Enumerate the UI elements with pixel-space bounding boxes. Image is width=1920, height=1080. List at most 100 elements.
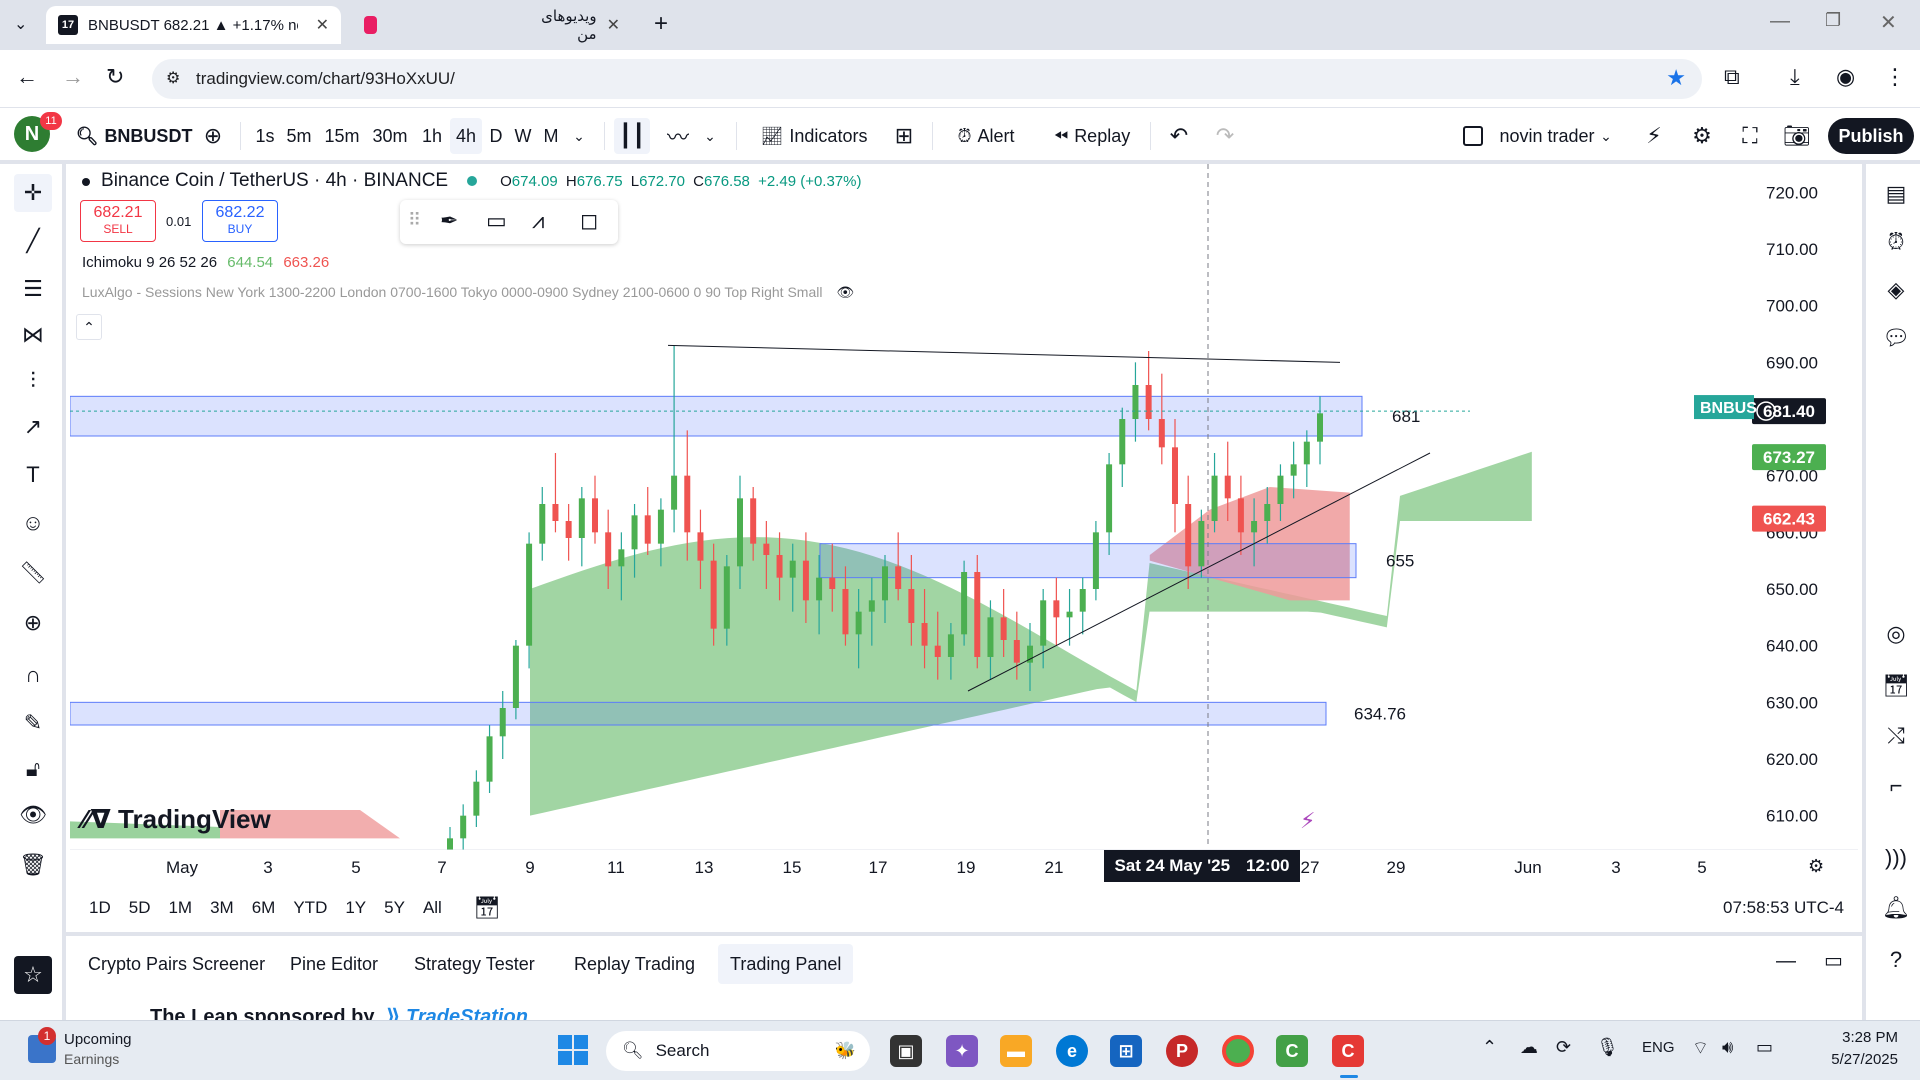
candle-body[interactable] [565, 521, 572, 538]
candle-body[interactable] [987, 617, 994, 657]
support-resistance-zone[interactable] [70, 701, 1327, 726]
candle-body[interactable] [644, 515, 651, 544]
time-axis[interactable]: May 3 5 7 9 11 13 15 17 19 21 27 29 Jun 3 5 Sat 24 May '… [70, 850, 1858, 884]
interval-d[interactable]: D [486, 118, 506, 154]
watchlist-star-icon[interactable]: ☆ [14, 956, 52, 994]
price-chart[interactable]: 681655634.76720.00710.00700.00690.00670.… [70, 164, 1858, 850]
microphone-icon[interactable]: 🎙︎ [1596, 1037, 1619, 1058]
ichimoku-legend[interactable]: Ichimoku 9 26 52 26 644.54 663.26 [82, 254, 329, 271]
tab-crypto-pairs-screener[interactable]: Crypto Pairs Screener [76, 944, 277, 984]
layout-selector[interactable]: novin trader [1444, 118, 1614, 154]
resistance-trend-line[interactable] [667, 344, 1341, 363]
candle-body[interactable] [1277, 475, 1284, 504]
symbol-search-button[interactable]: 🔍︎ BNBUSDT [76, 118, 193, 154]
candle-body[interactable] [723, 566, 730, 629]
taskbar-search-box[interactable]: 🔍︎ Search 🐝 [606, 1031, 870, 1071]
candle-body[interactable] [697, 532, 704, 561]
candle-body[interactable] [829, 577, 836, 589]
symbol-legend[interactable]: Binance Coin / TetherUS · 4h · BINANCE O… [82, 170, 861, 192]
candle-body[interactable] [961, 572, 968, 635]
lock-drawing-icon[interactable]: ✎ [14, 704, 52, 742]
candle-body[interactable] [1092, 532, 1099, 589]
alert-button[interactable]: ⏰︎ Alert [944, 118, 1028, 154]
candle-body[interactable] [1198, 521, 1205, 567]
ruler-icon[interactable]: 📏︎ [14, 554, 52, 592]
candle-body[interactable] [1119, 419, 1126, 465]
tab-bnbusdt[interactable]: 17 BNBUSDT 682.21 ▲ +1.17% no ✕ [46, 6, 341, 44]
candle-body[interactable] [1040, 600, 1047, 646]
rectangle-tool-icon[interactable]: ▭ [486, 208, 507, 234]
interval-w[interactable]: W [512, 118, 534, 154]
candle-body[interactable] [908, 589, 915, 623]
fib-retracement-icon[interactable]: ☰ [14, 270, 52, 308]
windows-start-icon[interactable] [558, 1035, 588, 1065]
candle-body[interactable] [460, 815, 467, 839]
camtasia-icon[interactable]: C [1276, 1035, 1308, 1067]
candle-body[interactable] [974, 572, 981, 657]
help-icon[interactable]: ? [1878, 942, 1914, 978]
compare-symbol-icon[interactable]: ⊕ [198, 118, 228, 154]
download-icon[interactable]: ⤓ [1790, 64, 1800, 90]
bookmark-star-icon[interactable]: ★ [1666, 65, 1686, 91]
trading-icon[interactable]: ⌐ [1878, 768, 1914, 804]
tab-trading-panel[interactable]: Trading Panel [718, 944, 854, 984]
ideas-icon[interactable]: ⤭ [1878, 718, 1914, 754]
browser-menu-icon[interactable]: ⋮ [1884, 64, 1906, 90]
close-tab-icon[interactable]: ✕ [316, 15, 329, 35]
minimize-panel-icon[interactable]: — [1776, 950, 1796, 973]
candle-body[interactable] [486, 736, 493, 782]
candle-body[interactable] [1053, 600, 1060, 618]
candle-body[interactable] [552, 504, 559, 521]
trend-line-icon[interactable]: ╱ [14, 222, 52, 260]
range-ytd[interactable]: YTD [284, 894, 336, 922]
collapse-legend-icon[interactable]: ⌃ [76, 314, 102, 340]
candle-body[interactable] [895, 566, 902, 589]
interval-m[interactable]: M [540, 118, 562, 154]
range-1d[interactable]: 1D [80, 894, 120, 922]
copilot-icon[interactable]: ✦ [946, 1035, 978, 1067]
settings-gear-icon[interactable]: ⚙ [1686, 118, 1718, 154]
drag-handle-icon[interactable]: ⠿ [408, 210, 421, 231]
candle-body[interactable] [605, 532, 612, 567]
range-6m[interactable]: 6M [243, 894, 285, 922]
candle-body[interactable] [1106, 464, 1113, 533]
text-icon[interactable]: T [14, 456, 52, 494]
range-all[interactable]: All [414, 894, 451, 922]
crosshair-icon[interactable]: ✛ [14, 174, 52, 212]
close-window-icon[interactable]: ✕ [1880, 10, 1897, 35]
maximize-panel-icon[interactable]: ▭ [1824, 948, 1843, 973]
interval-1s[interactable]: 1s [252, 118, 278, 154]
quick-search-icon[interactable]: ⚡︎ [1638, 118, 1670, 154]
calendar-icon[interactable]: 📅︎ [1878, 668, 1914, 704]
candle-body[interactable] [1132, 385, 1139, 419]
candle-body[interactable] [1290, 464, 1297, 476]
tab-replay-trading[interactable]: Replay Trading [562, 944, 707, 984]
tab-strategy-tester[interactable]: Strategy Tester [402, 944, 547, 984]
support-resistance-zone[interactable] [70, 395, 1363, 437]
line-chart-icon[interactable]: 〰 [660, 118, 696, 154]
candle-body[interactable] [631, 515, 638, 550]
microsoft-store-icon[interactable]: ⊞ [1110, 1035, 1142, 1067]
chrome-icon[interactable] [1222, 1035, 1254, 1067]
candle-body[interactable] [802, 560, 809, 601]
pdf-app-icon[interactable]: P [1166, 1035, 1198, 1067]
candle-body[interactable] [789, 560, 796, 578]
luxalgo-legend[interactable]: LuxAlgo - Sessions New York 1300-2200 Lo… [82, 284, 854, 301]
axis-settings-icon[interactable]: ⚙ [1808, 856, 1824, 877]
hidden-eye-icon[interactable]: 👁︎ [836, 284, 854, 300]
zoom-in-icon[interactable]: ⊕ [14, 604, 52, 642]
taskbar-time[interactable]: 3:28 PM [1800, 1029, 1898, 1046]
candle-body[interactable] [763, 543, 770, 555]
candle-body[interactable] [1185, 504, 1192, 567]
candle-body[interactable] [671, 475, 678, 510]
candle-body[interactable] [473, 781, 480, 816]
publish-button[interactable]: Publish [1828, 118, 1914, 154]
restore-icon[interactable]: ❐ [1825, 10, 1841, 31]
candle-body[interactable] [1303, 441, 1310, 465]
show-hidden-icons-icon[interactable]: ⌃ [1482, 1037, 1497, 1058]
candle-body[interactable] [816, 577, 823, 601]
onedrive-icon[interactable]: ☁ [1520, 1037, 1538, 1058]
candle-body[interactable] [842, 589, 849, 635]
candle-body[interactable] [1317, 413, 1323, 442]
alerts-clock-icon[interactable]: ⏰︎ [1878, 224, 1914, 260]
